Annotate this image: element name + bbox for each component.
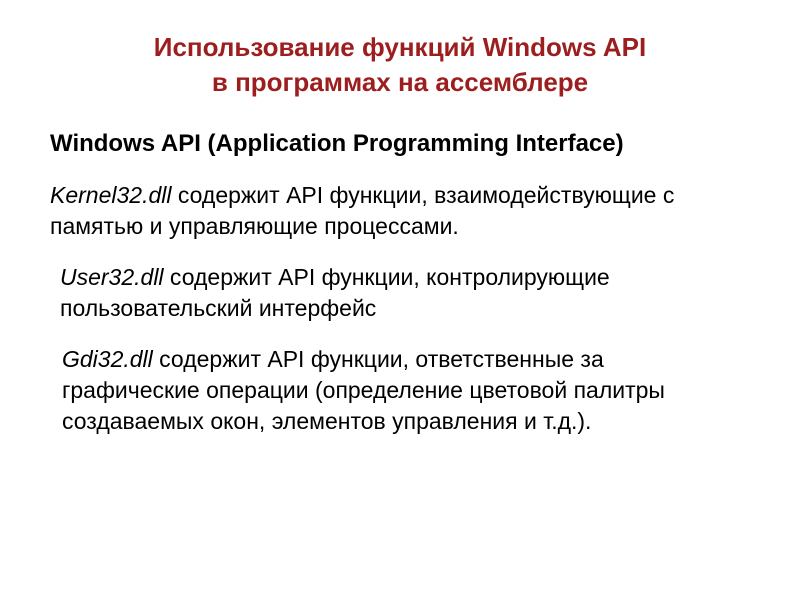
section-heading: Windows API (Application Programming Int… (50, 130, 760, 158)
paragraph-kernel32: Kernel32.dll содержит API функции, взаим… (50, 180, 760, 242)
slide-title: Использование функций Windows API в прог… (40, 30, 760, 100)
title-line1: Использование функций Windows API (154, 32, 646, 62)
term-user32: User32.dll (60, 264, 164, 290)
title-line2: в программах на ассемблере (212, 67, 588, 97)
term-kernel32: Kernel32.dll (50, 182, 171, 208)
term-gdi32: Gdi32.dll (62, 346, 153, 372)
desc-gdi32: содержит API функции, ответственные за г… (62, 346, 665, 434)
paragraph-gdi32: Gdi32.dll содержит API функции, ответств… (62, 344, 760, 437)
paragraph-user32: User32.dll содержит API функции, контрол… (60, 262, 760, 324)
